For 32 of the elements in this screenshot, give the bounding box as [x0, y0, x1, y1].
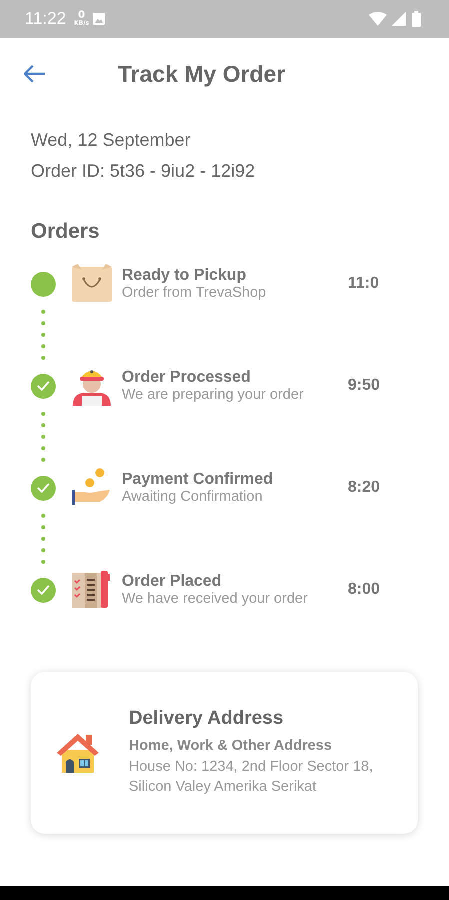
step-time: 8:00 — [348, 581, 380, 599]
wifi-icon — [369, 12, 387, 26]
delivery-address: House No: 1234, 2nd Floor Sector 18, Silicon Valey Amerika Serikat — [129, 758, 374, 797]
status-time: 11:22 — [25, 9, 66, 29]
house-icon — [57, 732, 99, 774]
step-title: Ready to Pickup — [122, 267, 248, 285]
step-description: Order from TrevaShop — [122, 285, 268, 301]
battery-icon — [412, 11, 421, 27]
order-id: Order ID: 5t36 - 9iu2 - 12i92 — [31, 161, 256, 182]
network-speed-value: 0 — [78, 11, 86, 21]
address-card[interactable]: Delivery Address Home, Work & Other Address House No: 1234, 2nd Floor Sector 18, Silicon Valey Amerika Serikat — [31, 672, 418, 834]
back-arrow-icon — [24, 65, 46, 83]
order-date: Wed, 12 September — [31, 130, 192, 151]
signal-icon — [392, 12, 406, 26]
step-description: We have received your order — [122, 591, 309, 607]
step-title: Payment Confirmed — [122, 471, 274, 489]
image-icon — [93, 13, 106, 25]
step-title: Order Processed — [122, 369, 252, 387]
back-button[interactable] — [22, 63, 48, 85]
step-description: We are preparing your order — [122, 387, 305, 403]
hand-with-coins-icon — [72, 468, 112, 508]
step-description: Awaiting Confirmation — [122, 489, 264, 505]
step-time: 8:20 — [348, 479, 380, 497]
card-title: Delivery Address — [129, 708, 285, 730]
step-time: 9:50 — [348, 377, 380, 395]
page-title: Track My Order — [118, 60, 286, 88]
card-subtitle: Home, Work & Other Address — [129, 738, 334, 754]
checklist-with-pen-icon — [72, 570, 112, 610]
shopping-bag-icon — [72, 264, 112, 304]
step-title: Order Placed — [122, 573, 223, 591]
section-heading: Orders — [31, 220, 101, 244]
step-time: 11:0 — [348, 275, 380, 293]
